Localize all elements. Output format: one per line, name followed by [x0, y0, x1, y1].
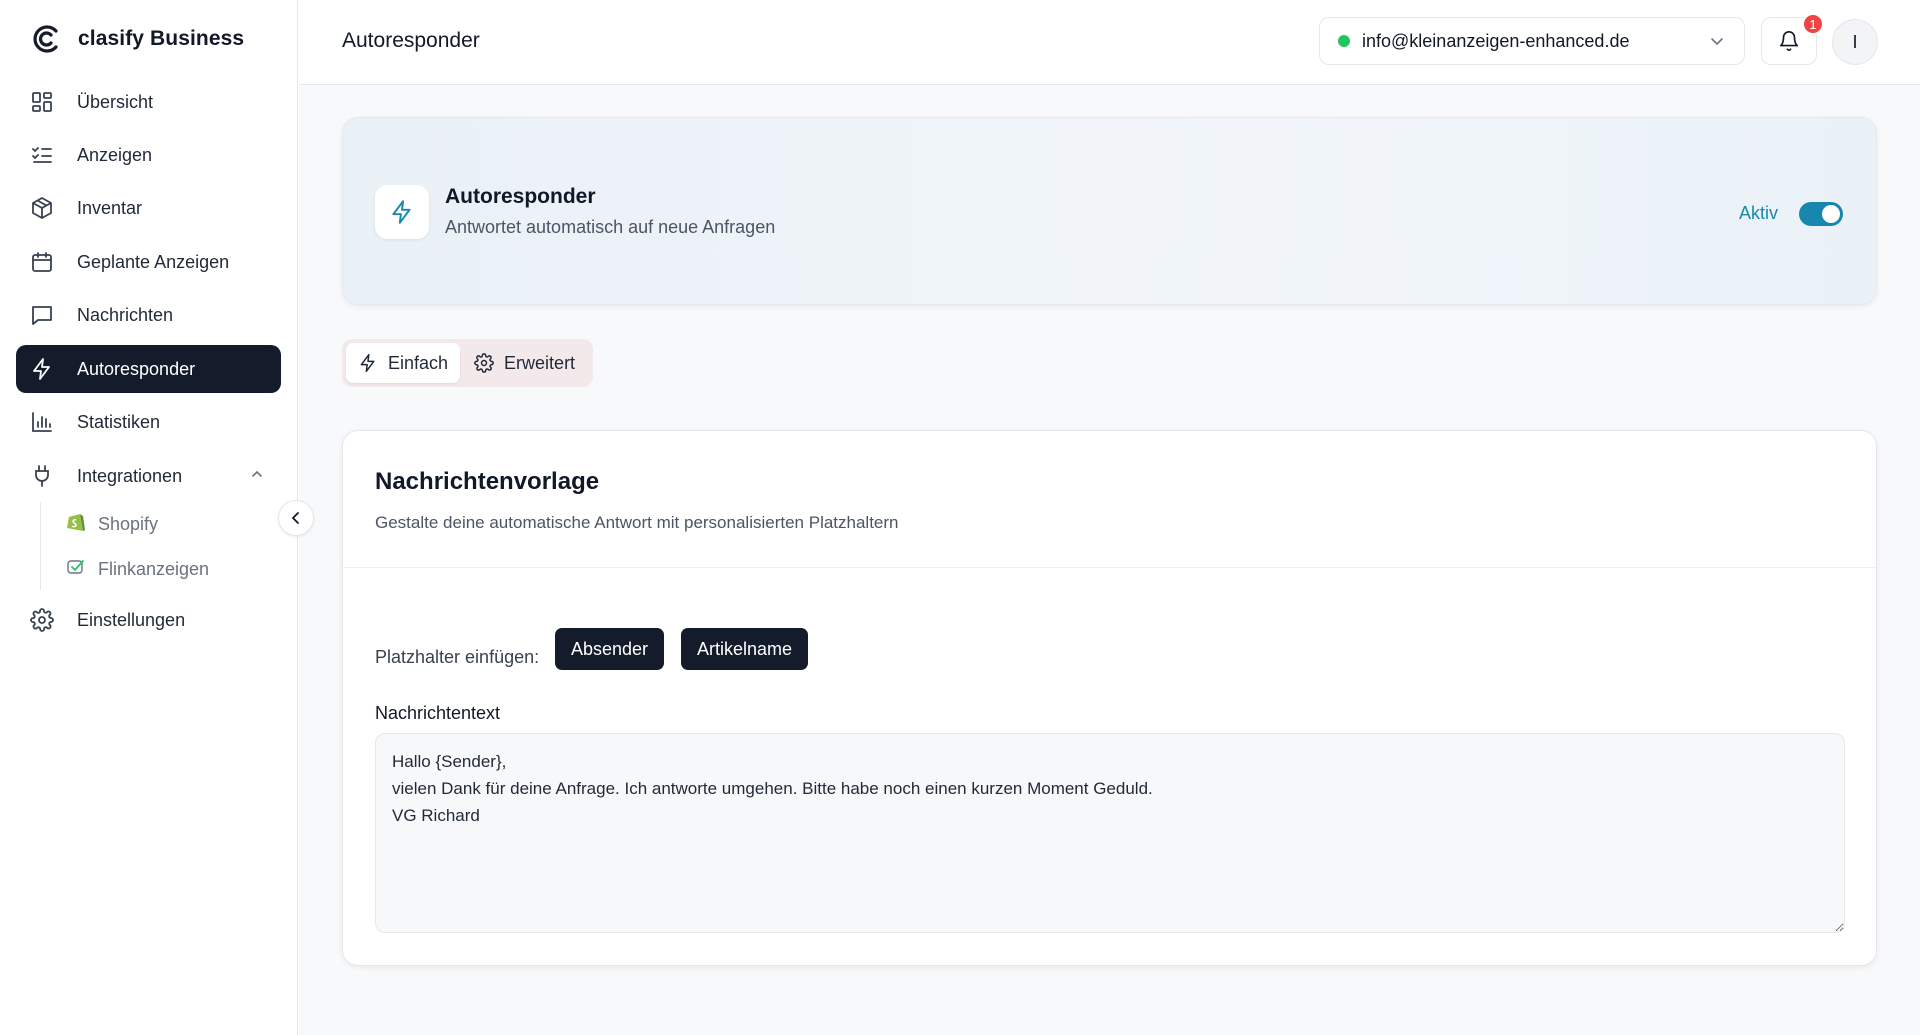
sidebar-item-integrationen[interactable]: Integrationen: [16, 452, 281, 500]
tab-label: Erweitert: [504, 352, 576, 373]
notifications-button[interactable]: 1: [1761, 13, 1824, 65]
brand-logo-icon: [33, 25, 58, 53]
chevron-up-icon[interactable]: [249, 466, 265, 487]
sidebar-item-geplante-anzeigen[interactable]: Geplante Anzeigen: [16, 238, 281, 286]
autoresponder-hero-card: Autoresponder Antwortet automatisch auf …: [342, 117, 1877, 305]
chevron-down-icon: [1708, 32, 1726, 55]
brand-name: clasify Business: [78, 27, 245, 50]
message-text-input[interactable]: Hallo {Sender}, vielen Dank für deine An…: [375, 733, 1845, 933]
sidebar-item-label: Nachrichten: [77, 304, 174, 325]
top-header: Autoresponder info@kleinanzeigen-enhance…: [299, 0, 1920, 85]
card-title: Nachrichtenvorlage: [375, 468, 600, 495]
list-check-icon: [29, 142, 55, 168]
status-label: Aktiv: [1738, 203, 1778, 223]
tab-erweitert[interactable]: Erweitert: [462, 343, 587, 383]
account-email: info@kleinanzeigen-enhanced.de: [1362, 30, 1630, 51]
sidebar-item-label: Integrationen: [77, 465, 183, 486]
hero-subtitle: Antwortet automatisch auf neue Anfragen: [445, 217, 776, 237]
sidebar-item-autoresponder[interactable]: Autoresponder: [16, 345, 281, 393]
sidebar-item-label: Statistiken: [77, 411, 161, 432]
chevron-left-icon: [291, 512, 299, 524]
bar-chart-icon: [29, 409, 55, 435]
card-subtitle: Gestalte deine automatische Antwort mit …: [375, 513, 899, 532]
sidebar-subitem-shopify[interactable]: Shopify: [66, 508, 158, 540]
sidebar-item-uebersicht[interactable]: Übersicht: [16, 78, 281, 126]
lightning-icon: [375, 185, 429, 239]
notification-badge: 1: [1802, 13, 1824, 35]
plug-icon: [29, 463, 55, 489]
autoresponder-toggle[interactable]: [1799, 202, 1843, 226]
brand[interactable]: clasify Business: [30, 20, 244, 58]
main-content: Autoresponder Antwortet automatisch auf …: [299, 85, 1920, 1035]
dashboard-icon: [29, 89, 55, 115]
lightning-icon: [360, 353, 375, 373]
tab-einfach[interactable]: Einfach: [346, 343, 461, 383]
tab-label: Einfach: [388, 352, 449, 373]
gear-icon: [474, 353, 494, 373]
sidebar-item-label: Einstellungen: [77, 609, 186, 630]
sidebar-item-einstellungen[interactable]: Einstellungen: [16, 596, 281, 644]
sidebar: clasify Business Übersicht Anzeigen Inve…: [0, 0, 298, 1035]
sidebar-collapse-button[interactable]: [278, 500, 314, 536]
message-icon: [29, 302, 55, 328]
sidebar-item-label: Anzeigen: [77, 144, 153, 165]
mode-tabs: Einfach Erweitert: [342, 339, 593, 387]
message-template-card: Nachrichtenvorlage Gestalte deine automa…: [342, 430, 1877, 966]
sidebar-item-inventar[interactable]: Inventar: [16, 184, 281, 232]
sidebar-subitem-label: Flinkanzeigen: [98, 558, 210, 579]
placeholder-label: Platzhalter einfügen:: [375, 647, 540, 667]
avatar[interactable]: I: [1832, 19, 1878, 65]
sidebar-item-label: Geplante Anzeigen: [77, 251, 230, 272]
message-text-label: Nachrichtentext: [375, 703, 501, 723]
lightning-icon: [29, 356, 55, 382]
sidebar-item-label: Autoresponder: [77, 358, 196, 379]
shopify-icon: [66, 511, 86, 538]
sidebar-subitem-label: Shopify: [98, 513, 159, 534]
hero-title: Autoresponder: [445, 185, 596, 208]
placeholder-artikelname-button[interactable]: Artikelname: [681, 628, 809, 670]
divider: [343, 567, 1876, 568]
gear-icon: [29, 607, 55, 633]
placeholder-absender-button[interactable]: Absender: [555, 628, 665, 670]
page-title: Autoresponder: [342, 29, 480, 52]
sidebar-item-statistiken[interactable]: Statistiken: [16, 398, 281, 446]
flinkanzeigen-icon: [66, 557, 86, 582]
sidebar-subitem-flinkanzeigen[interactable]: Flinkanzeigen: [66, 553, 209, 585]
sidebar-item-label: Übersicht: [77, 91, 154, 112]
sidebar-item-anzeigen[interactable]: Anzeigen: [16, 131, 281, 179]
toggle-knob: [1822, 205, 1840, 223]
box-icon: [29, 195, 55, 221]
status-dot: [1338, 35, 1350, 47]
account-select[interactable]: info@kleinanzeigen-enhanced.de: [1319, 17, 1745, 65]
bell-icon: [1779, 31, 1799, 52]
sidebar-item-label: Inventar: [77, 197, 143, 218]
calendar-icon: [29, 249, 55, 275]
sidebar-item-nachrichten[interactable]: Nachrichten: [16, 291, 281, 339]
submenu-guide-line: [40, 502, 41, 590]
